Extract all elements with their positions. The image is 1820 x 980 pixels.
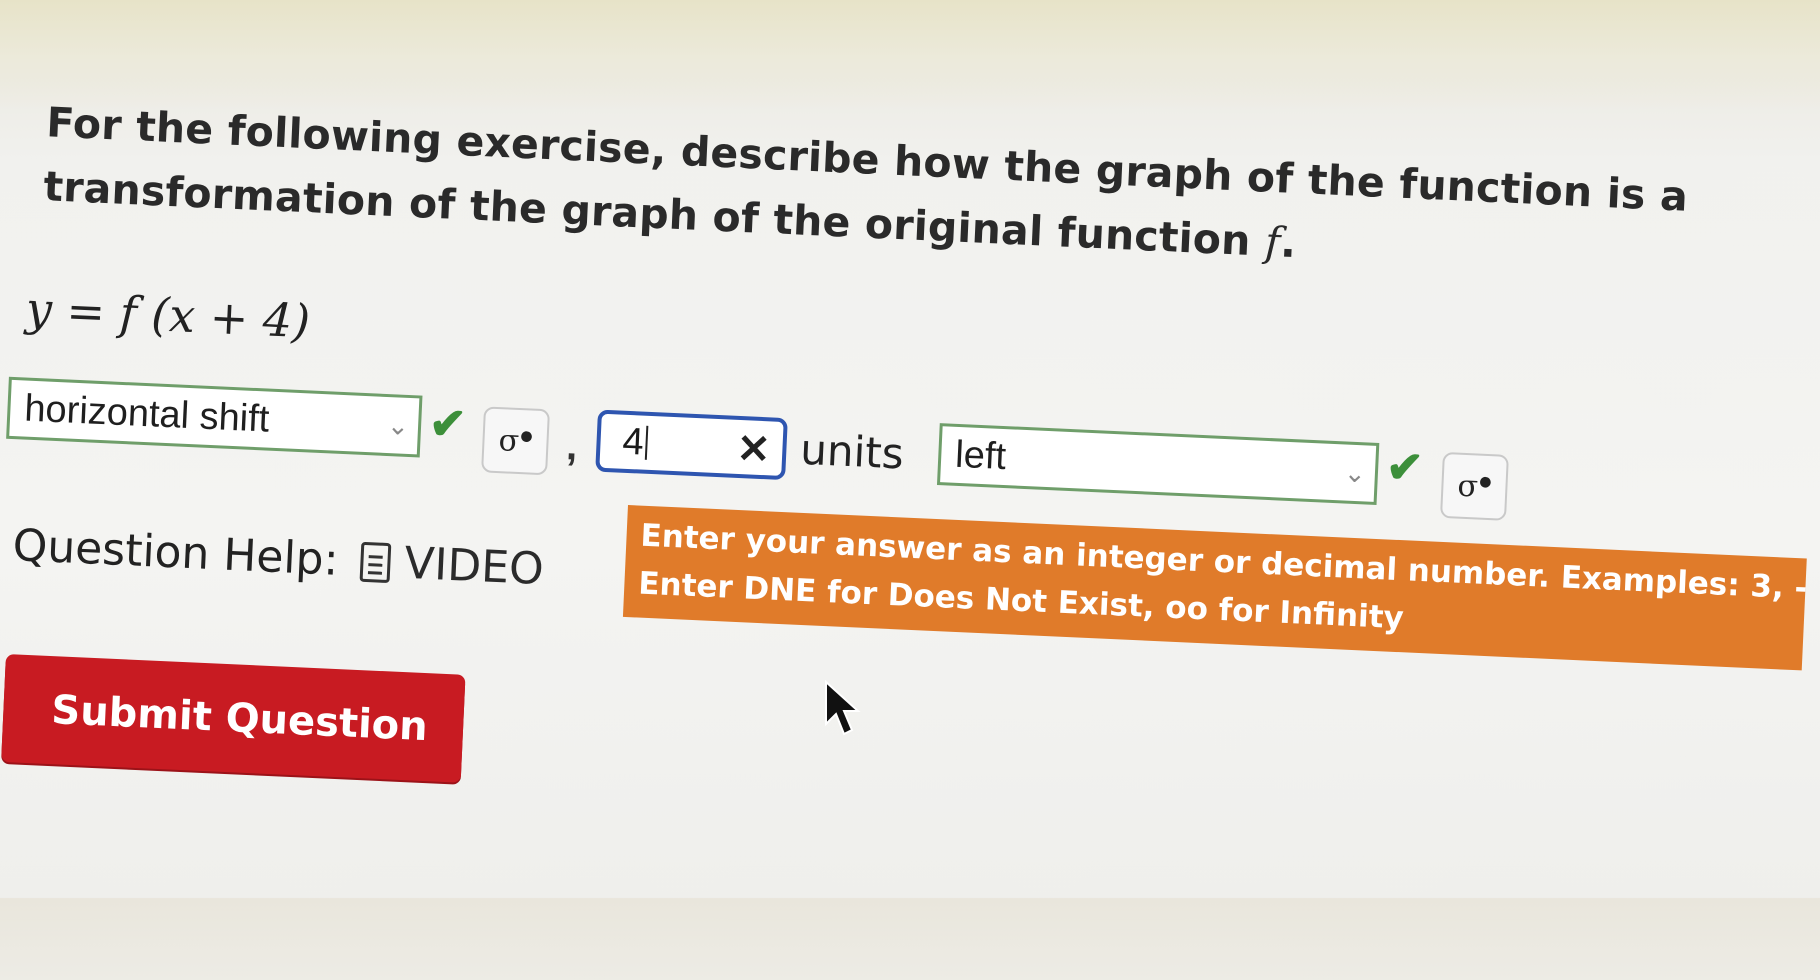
check-icon: ✔ — [428, 398, 468, 450]
clear-x-icon: ✕ — [735, 426, 772, 473]
direction-select-value: left — [954, 433, 1007, 478]
transformation-select[interactable]: horizontal shift ⌄ — [6, 376, 423, 458]
sigma-icon: σ● — [1456, 468, 1492, 505]
chevron-down-icon: ⌄ — [386, 409, 410, 441]
prompt-text: For the following exercise, describe how… — [42, 98, 1690, 266]
equation-rhs: f (x + 4) — [118, 285, 312, 349]
shift-amount-input[interactable]: 4 ✕ — [595, 409, 788, 481]
mouse-cursor-icon — [825, 680, 861, 736]
chevron-down-icon: ⌄ — [1343, 456, 1367, 488]
document-icon — [359, 541, 392, 583]
question-panel: For the following exercise, describe how… — [0, 0, 1818, 980]
shift-amount-value: 4 — [621, 420, 645, 464]
equation: y = f (x + 4) — [25, 282, 312, 349]
equation-equals: = — [65, 283, 107, 340]
sigma-icon: σ● — [497, 422, 533, 459]
comma-separator: , — [565, 424, 579, 469]
sigfig-button[interactable]: σ● — [481, 406, 550, 476]
question-prompt: For the following exercise, describe how… — [42, 90, 1726, 294]
check-icon: ✔ — [1385, 442, 1425, 494]
transformation-select-value: horizontal shift — [23, 387, 271, 441]
sigfig-button[interactable]: σ● — [1439, 451, 1509, 521]
text-caret — [644, 425, 649, 460]
submit-question-button[interactable]: Submit Question — [1, 654, 466, 783]
prompt-period: . — [1279, 218, 1298, 268]
submit-button-label: Submit Question — [50, 687, 429, 751]
video-link-label: VIDEO — [403, 537, 545, 596]
video-link[interactable]: VIDEO — [359, 536, 545, 595]
equation-lhs: y — [24, 281, 54, 337]
units-label: units — [799, 424, 905, 479]
direction-select[interactable]: left ⌄ — [936, 423, 1380, 505]
